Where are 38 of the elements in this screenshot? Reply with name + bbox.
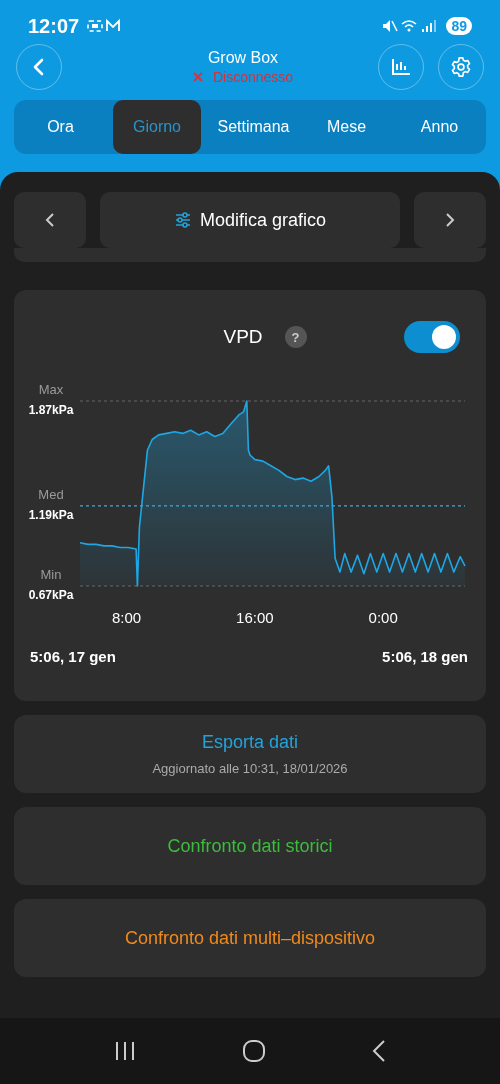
settings-icon <box>450 56 472 78</box>
signal-icons <box>382 18 439 34</box>
period-tab[interactable]: Ora <box>14 100 107 154</box>
chevron-left-icon <box>45 213 55 227</box>
tick-name: Med <box>38 486 64 502</box>
tick-name: Max <box>38 382 64 397</box>
period-tab[interactable]: Settimana <box>207 100 300 154</box>
y-tick-label: 1.19kPa <box>28 507 74 522</box>
connection-status: Disconnesso <box>212 69 294 85</box>
battery-level: 89 <box>446 17 472 35</box>
edit-chart-label: Modifica grafico <box>199 209 327 231</box>
x-tick-label: 16:00 <box>236 609 274 626</box>
range-end: 5:06, 18 gen <box>382 648 468 665</box>
chart-title: VPD <box>223 326 263 348</box>
back-icon <box>32 58 46 76</box>
update-note: Aggiornato alle 10:31, 18/01/2026 <box>152 761 348 776</box>
compare-button[interactable]: Confronto dati storici <box>14 807 486 885</box>
sliders-icon <box>173 211 192 229</box>
device-title: Grow Box <box>207 49 279 67</box>
period-tab[interactable]: Anno <box>393 100 486 154</box>
compare-button[interactable]: Confronto dati multi–dispositivo <box>14 899 486 977</box>
y-tick-label: 0.67kPa <box>28 588 74 602</box>
period-tab[interactable]: Mese <box>300 100 393 154</box>
y-tick-label: 1.87kPa <box>28 403 74 417</box>
range-start: 5:06, 17 gen <box>30 648 116 665</box>
chevron-right-icon <box>445 213 455 227</box>
edit-chart-button[interactable]: Modifica grafico <box>100 192 400 248</box>
tick-name: Min <box>40 567 62 582</box>
help-button[interactable]: ? <box>284 326 307 348</box>
toggle-switch[interactable] <box>404 321 460 353</box>
back-icon[interactable] <box>371 1039 388 1063</box>
x-tick-label: 8:00 <box>111 609 142 626</box>
bar-chart-icon <box>391 58 411 76</box>
period-tab[interactable]: Giorno <box>113 100 201 154</box>
status-time: 12:07 <box>28 14 80 38</box>
home-icon[interactable] <box>242 1039 266 1063</box>
x-tick-label: 0:00 <box>368 609 398 626</box>
export-button[interactable]: Esporta dati Aggiornato alle 10:31, 18/01/2026 <box>14 715 486 793</box>
